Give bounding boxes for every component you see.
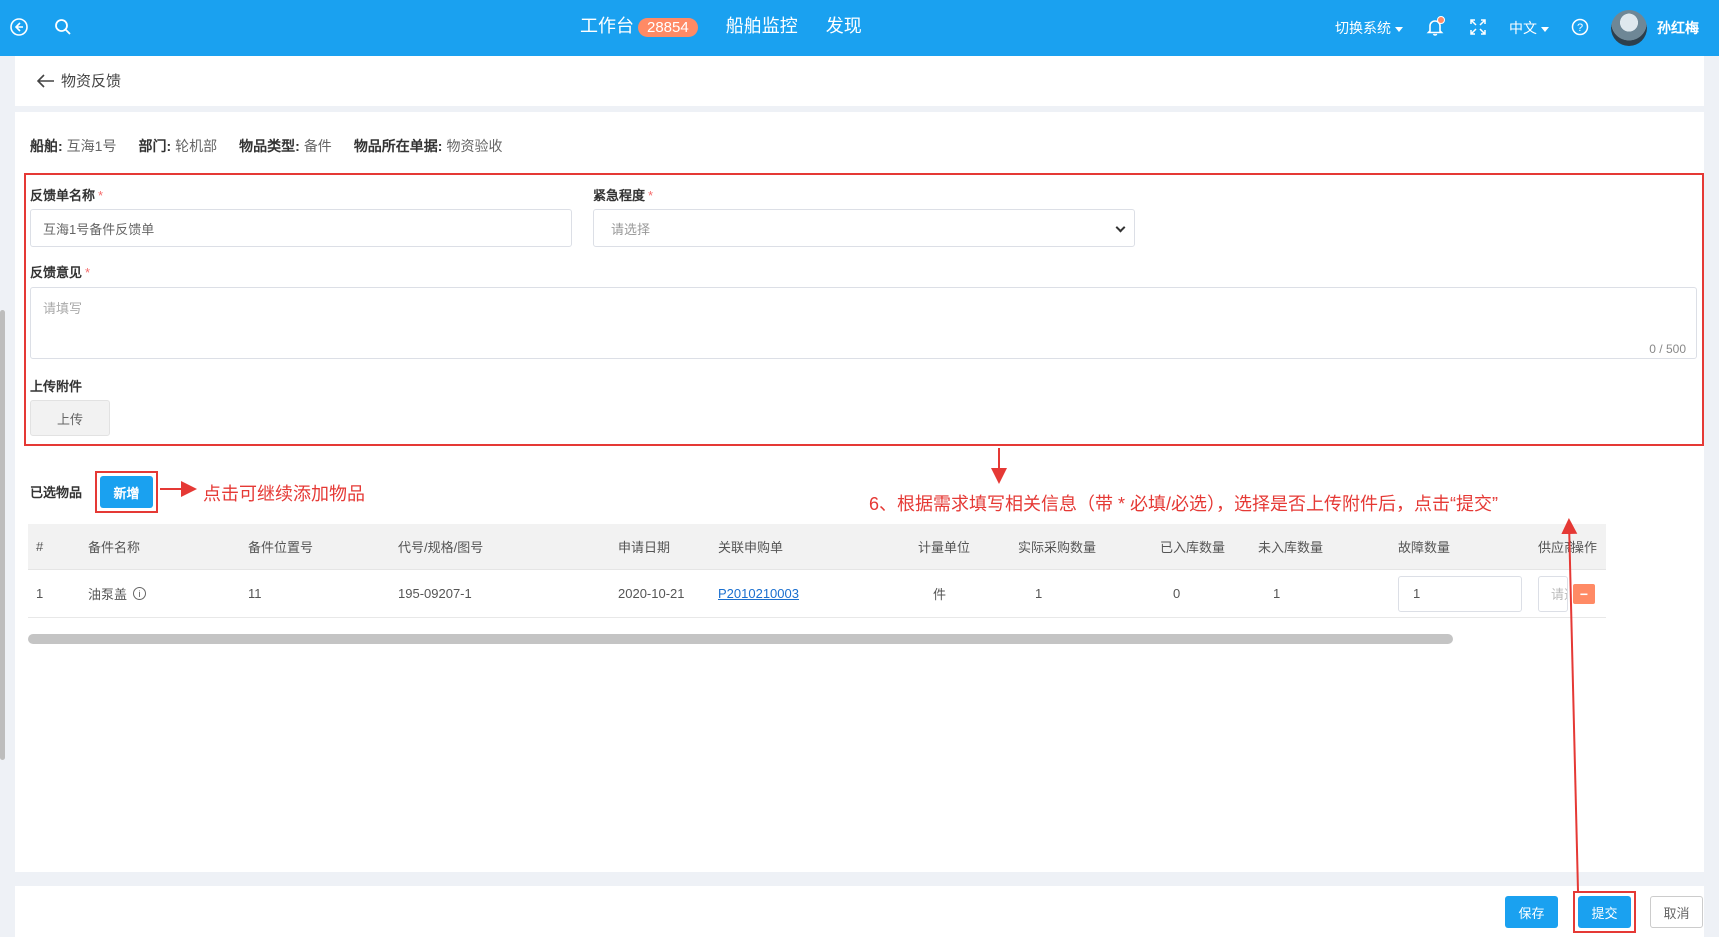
info-item-type: 物品类型: 备件 — [239, 136, 332, 156]
add-hint-annotation: 点击可继续添加物品 — [203, 484, 365, 504]
page-scrollbar[interactable] — [0, 310, 5, 760]
opinion-label: 反馈意见 * — [30, 262, 90, 281]
info-department-label: 部门: — [138, 138, 172, 154]
col-supplier: 供应商 — [1538, 540, 1572, 555]
row-position: 11 — [248, 586, 262, 601]
language-label: 中文 — [1509, 20, 1537, 36]
row-date: 2020-10-21 — [618, 586, 685, 601]
top-navigation-bar: 工作台 28854 船舶监控 发现 切换系统 中文 ? 孙红梅 — [0, 0, 1719, 56]
info-bar: 船舶: 互海1号 部门: 轮机部 物品类型: 备件 物品所在单据: 物资验收 — [30, 136, 502, 156]
info-ship-value: 互海1号 — [66, 138, 117, 154]
add-item-button[interactable]: 新增 — [100, 476, 153, 508]
svg-text:?: ? — [1577, 22, 1583, 34]
name-label-text: 反馈单名称 — [30, 188, 96, 203]
nav-workbench-label: 工作台 — [580, 16, 634, 36]
col-not-in-qty: 未入库数量 — [1258, 540, 1324, 555]
fault-qty-input[interactable]: 1 — [1398, 575, 1522, 612]
selected-items-label: 已选物品 — [30, 485, 83, 500]
info-source-doc: 物品所在单据: 物资验收 — [354, 136, 503, 156]
info-item-type-label: 物品类型: — [239, 138, 300, 154]
row-unit: 件 — [933, 587, 947, 602]
required-mark: * — [648, 188, 654, 203]
nav-workbench[interactable]: 工作台 28854 — [580, 12, 698, 38]
cancel-button[interactable]: 取消 — [1650, 896, 1703, 928]
name-label: 反馈单名称 * — [30, 185, 103, 204]
char-counter: 0 / 500 — [1649, 342, 1686, 356]
info-source-doc-value: 物资验收 — [446, 138, 503, 154]
required-mark: * — [85, 265, 91, 280]
remove-row-button[interactable]: − — [1573, 583, 1595, 604]
row-code: 195-09207-1 — [398, 586, 472, 601]
attachment-label: 上传附件 — [30, 379, 83, 394]
info-icon[interactable]: i — [133, 587, 147, 600]
opinion-textarea[interactable]: 请填写 0 / 500 — [30, 287, 1697, 359]
arrow-left-icon — [37, 73, 54, 88]
bell-icon[interactable] — [1425, 15, 1447, 41]
row-name: 油泵盖 i — [88, 570, 147, 617]
urgency-placeholder: 请选择 — [611, 221, 651, 237]
language-dropdown[interactable]: 中文 — [1509, 18, 1549, 38]
upload-button[interactable]: 上传 — [30, 400, 110, 436]
back-circle-icon[interactable] — [6, 14, 32, 40]
workbench-count-badge: 28854 — [638, 18, 698, 37]
footer-bar: 保存 提交 取消 — [15, 886, 1704, 937]
page-header: 物资反馈 — [15, 56, 1704, 106]
row-in-qty: 0 — [1173, 586, 1181, 601]
nav-discover[interactable]: 发现 — [826, 12, 862, 38]
chevron-down-icon — [1395, 26, 1403, 32]
col-fault-qty: 故障数量 — [1398, 540, 1451, 555]
row-index: 1 — [36, 586, 44, 601]
info-ship-label: 船舶: — [30, 138, 63, 154]
col-index: # — [36, 539, 44, 554]
page-title: 物资反馈 — [61, 73, 122, 90]
supplier-select[interactable]: 请选择 — [1538, 575, 1568, 612]
purchase-order-link[interactable]: P2010210003 — [718, 586, 799, 601]
info-department: 部门: 轮机部 — [138, 136, 217, 156]
avatar — [1611, 10, 1647, 46]
switch-system-label: 切换系统 — [1335, 20, 1391, 36]
opinion-placeholder: 请填写 — [43, 301, 83, 316]
info-source-doc-label: 物品所在单据: — [353, 138, 443, 154]
col-code: 代号/规格/图号 — [398, 540, 484, 555]
col-action: 操作 — [1571, 540, 1598, 555]
chevron-down-icon — [1541, 26, 1549, 32]
fullscreen-icon[interactable] — [1469, 18, 1487, 39]
info-department-value: 轮机部 — [175, 138, 218, 154]
col-date: 申请日期 — [618, 540, 671, 555]
col-in-qty: 已入库数量 — [1160, 540, 1226, 555]
col-actual-qty: 实际采购数量 — [1018, 540, 1097, 555]
col-position: 备件位置号 — [248, 540, 314, 555]
table-horizontal-scrollbar[interactable] — [28, 634, 1453, 644]
switch-system-dropdown[interactable]: 切换系统 — [1335, 18, 1403, 38]
main-card: 船舶: 互海1号 部门: 轮机部 物品类型: 备件 物品所在单据: 物资验收 反馈单名称… — [15, 112, 1704, 872]
col-unit: 计量单位 — [918, 540, 971, 555]
row-not-in-qty: 1 — [1273, 586, 1281, 601]
nav-ship-monitor[interactable]: 船舶监控 — [726, 12, 798, 38]
table-row: 1 油泵盖 i 11 195-09207-1 2020-10-21 P201021… — [28, 570, 1606, 618]
save-button[interactable]: 保存 — [1505, 896, 1558, 928]
col-order: 关联申购单 — [718, 540, 784, 555]
row-actual-qty: 1 — [1035, 586, 1043, 601]
required-mark: * — [98, 188, 104, 203]
help-icon[interactable]: ? — [1571, 18, 1589, 39]
chevron-down-icon — [1115, 222, 1126, 233]
urgency-label-text: 紧急程度 — [593, 188, 646, 203]
table-header: # 备件名称 备件位置号 代号/规格/图号 申请日期 关联申购单 计量单位 实际… — [28, 524, 1606, 570]
urgency-label: 紧急程度 * — [593, 185, 653, 204]
submit-button[interactable]: 提交 — [1578, 896, 1631, 928]
step6-annotation: 6、根据需求填写相关信息（带 * 必填/必选），选择是否上传附件后，点击“提交” — [869, 494, 1499, 514]
user-menu[interactable]: 孙红梅 — [1611, 10, 1699, 46]
feedback-name-input[interactable]: 互海1号备件反馈单 — [30, 209, 572, 247]
username: 孙红梅 — [1657, 20, 1699, 36]
info-item-type-value: 备件 — [303, 138, 332, 154]
search-icon[interactable] — [50, 14, 76, 40]
col-name: 备件名称 — [88, 540, 141, 555]
row-name-text: 油泵盖 — [88, 587, 128, 602]
back-link[interactable]: 物资反馈 — [37, 70, 121, 91]
urgency-select[interactable]: 请选择 — [593, 209, 1135, 247]
opinion-label-text: 反馈意见 — [30, 265, 83, 280]
info-ship: 船舶: 互海1号 — [30, 136, 116, 156]
